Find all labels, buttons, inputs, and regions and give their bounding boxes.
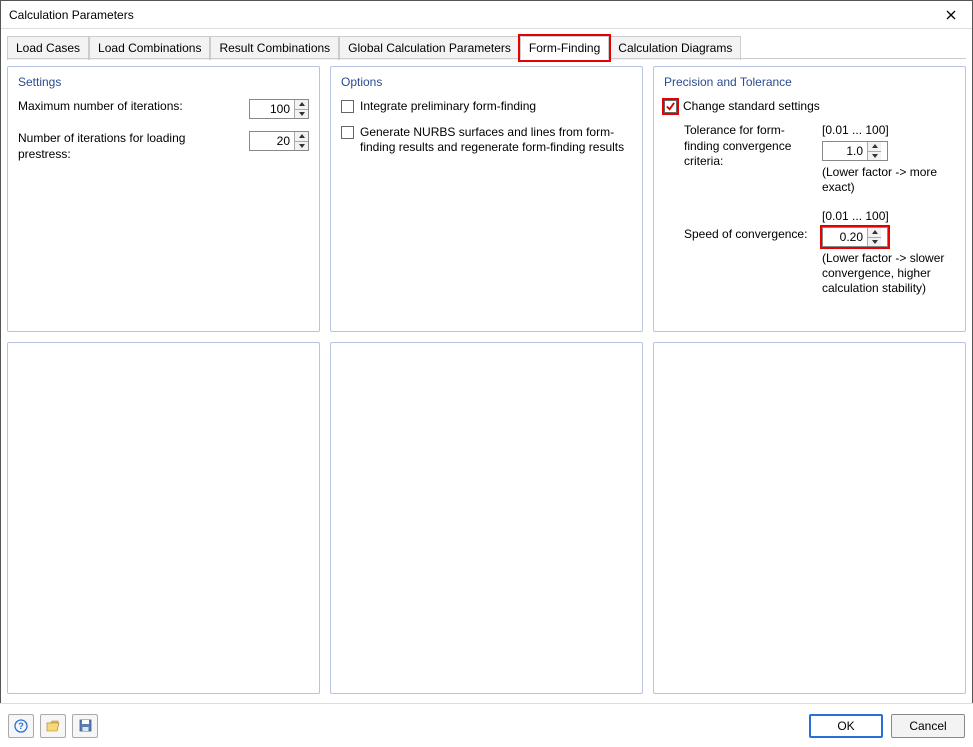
tab-load-cases[interactable]: Load Cases [7, 36, 89, 60]
tab-load-combinations[interactable]: Load Combinations [89, 36, 210, 60]
empty-panel-3 [653, 342, 966, 694]
speed-input[interactable] [823, 228, 867, 246]
tab-calc-diagrams[interactable]: Calculation Diagrams [609, 36, 741, 60]
tol-spinner[interactable] [822, 141, 888, 161]
spinner-down-icon[interactable] [868, 238, 881, 247]
window-title: Calculation Parameters [9, 8, 134, 22]
speed-spinner[interactable] [822, 227, 888, 247]
tol-note: (Lower factor -> more exact) [822, 165, 955, 195]
precision-panel: Precision and Tolerance Change standard … [653, 66, 966, 332]
save-icon [79, 719, 92, 732]
max-iter-spinner[interactable] [249, 99, 309, 119]
integrate-prelim-checkbox[interactable] [341, 100, 354, 113]
cancel-button[interactable]: Cancel [891, 714, 965, 738]
open-button[interactable] [40, 714, 66, 738]
spinner-up-icon[interactable] [868, 228, 881, 238]
tab-bar: Load Cases Load Combinations Result Comb… [1, 29, 972, 59]
help-button[interactable]: ? [8, 714, 34, 738]
close-button[interactable] [938, 6, 964, 24]
help-icon: ? [14, 719, 28, 733]
spinner-down-icon[interactable] [868, 152, 881, 161]
spinner-down-icon[interactable] [295, 110, 308, 119]
settings-panel: Settings Maximum number of iterations: N… [7, 66, 320, 332]
prestress-input[interactable] [250, 132, 294, 150]
speed-label: Speed of convergence: [684, 209, 814, 296]
title-bar: Calculation Parameters [1, 1, 972, 29]
spinner-up-icon[interactable] [295, 100, 308, 110]
change-std-checkbox[interactable] [664, 100, 677, 113]
options-title: Options [341, 75, 632, 89]
max-iter-label: Maximum number of iterations: [18, 99, 241, 115]
spinner-down-icon[interactable] [295, 142, 308, 151]
generate-nurbs-label: Generate NURBS surfaces and lines from f… [360, 125, 632, 156]
ok-button[interactable]: OK [809, 714, 883, 738]
svg-text:?: ? [18, 721, 24, 731]
max-iter-input[interactable] [250, 100, 294, 118]
change-std-label: Change standard settings [683, 99, 820, 113]
spinner-up-icon[interactable] [295, 132, 308, 142]
settings-title: Settings [18, 75, 309, 89]
close-icon [946, 10, 956, 20]
speed-note: (Lower factor -> slower convergence, hig… [822, 251, 955, 296]
precision-title: Precision and Tolerance [664, 75, 955, 89]
speed-range: [0.01 ... 100] [822, 209, 955, 223]
options-panel: Options Integrate preliminary form-findi… [330, 66, 643, 332]
tol-label: Tolerance for form-finding convergence c… [684, 123, 814, 195]
tab-form-finding[interactable]: Form-Finding [520, 36, 609, 60]
integrate-prelim-label: Integrate preliminary form-finding [360, 99, 536, 115]
tol-range: [0.01 ... 100] [822, 123, 955, 137]
folder-open-icon [46, 720, 60, 732]
prestress-spinner[interactable] [249, 131, 309, 151]
tol-input[interactable] [823, 142, 867, 160]
tab-global-calc-params[interactable]: Global Calculation Parameters [339, 36, 520, 60]
prestress-label: Number of iterations for loading prestre… [18, 131, 241, 162]
generate-nurbs-checkbox[interactable] [341, 126, 354, 139]
empty-panel-1 [7, 342, 320, 694]
footer: ? OK Cancel [0, 703, 973, 747]
tab-result-combinations[interactable]: Result Combinations [210, 36, 339, 60]
empty-panel-2 [330, 342, 643, 694]
spinner-up-icon[interactable] [868, 142, 881, 152]
save-button[interactable] [72, 714, 98, 738]
